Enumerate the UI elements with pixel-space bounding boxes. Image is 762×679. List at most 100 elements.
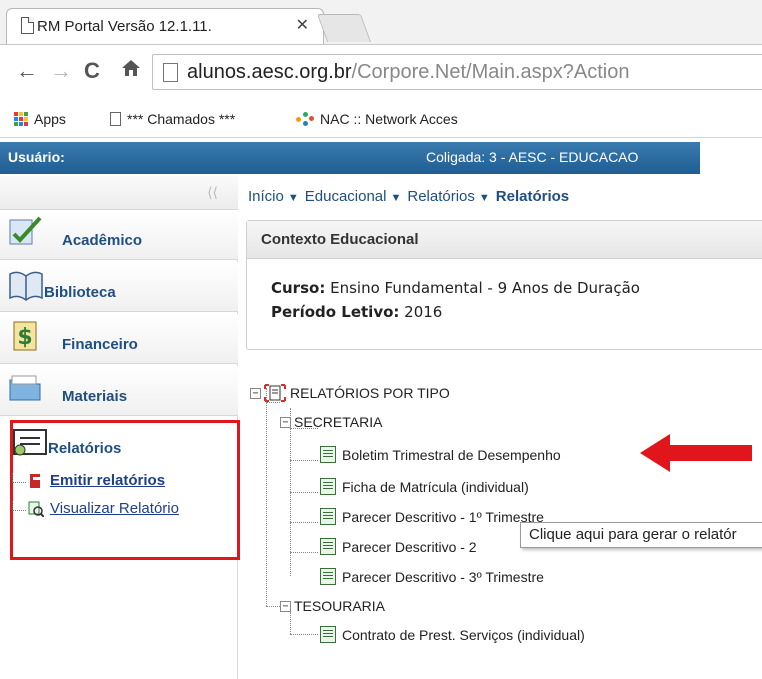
breadcrumb-relatorios[interactable]: Relatórios [407, 188, 475, 205]
coligada-label: Coligada: 3 - AESC - EDUCACAO [426, 149, 639, 165]
bookmark-label: NAC :: Network Acces [320, 111, 458, 127]
link-label: Emitir relatórios [50, 472, 166, 489]
tree-item-parecer-2[interactable]: Parecer Descritivo - 2 [320, 538, 477, 555]
tree-item-contrato[interactable]: Contrato de Prest. Serviços (individual) [320, 626, 585, 643]
address-bar[interactable]: alunos.aesc.org.br/Corpore.Net/Main.aspx… [152, 54, 762, 90]
magnify-report-icon [28, 501, 44, 517]
tree-item-label: Parecer Descritivo - 1º Trimestre [342, 508, 544, 525]
sidebar-item-label: Financeiro [62, 336, 138, 353]
tree-line [290, 552, 318, 553]
home-icon[interactable] [120, 58, 142, 84]
sidebar-item-materiais[interactable]: Materiais [0, 366, 238, 416]
tree-item-label: Parecer Descritivo - 2 [342, 538, 477, 555]
folder-icon [9, 375, 41, 401]
tree-root-label: RELATÓRIOS POR TIPO [290, 385, 450, 401]
sidebar-item-academico[interactable]: Acadêmico [0, 210, 238, 260]
collapse-node-icon[interactable]: − [250, 387, 261, 399]
page-icon [21, 17, 34, 34]
main-content: Início ▼ Educacional ▼ Relatórios ▼ Relatórios… [238, 176, 762, 679]
print-report-icon [30, 473, 42, 488]
sidebar-item-label: Acadêmico [62, 232, 143, 249]
app-header: Usuário: Coligada: 3 - AESC - EDUCACAO [0, 142, 762, 176]
periodo-line: Período Letivo: 2016 [271, 303, 443, 321]
tree-line [290, 634, 318, 635]
browser-tabstrip: RM Portal Versão 12.1.11. ✕ [0, 0, 762, 44]
tree-item-label: Parecer Descritivo - 3º Trimestre [342, 568, 544, 585]
tree-item-label: Contrato de Prest. Serviços (individual) [342, 626, 585, 643]
tree-connector [12, 500, 26, 511]
chevron-down-icon[interactable]: ▼ [390, 192, 401, 204]
apps-grid-icon [14, 112, 28, 126]
bookmark-chamados[interactable]: *** Chamados *** [110, 111, 235, 127]
tree-group-tesouraria[interactable]: − TESOURARIA [280, 598, 385, 614]
tree-item-boletim[interactable]: Boletim Trimestral de Desempenho [320, 446, 561, 463]
tree-line [290, 460, 318, 461]
close-icon[interactable]: ✕ [296, 15, 309, 35]
report-doc-icon [320, 446, 336, 463]
back-arrow-icon[interactable]: ← [16, 58, 38, 84]
report-doc-icon [320, 508, 336, 525]
report-doc-icon [320, 478, 336, 495]
tree-line [266, 402, 280, 403]
tree-line [290, 612, 291, 634]
visualizar-relatorio-link[interactable]: Visualizar Relatório [12, 500, 179, 517]
curso-line: Curso: Ensino Fundamental - 9 Anos de Du… [271, 279, 640, 297]
tree-group-label: SECRETARIA [294, 414, 383, 430]
link-label: Visualizar Relatório [50, 500, 179, 517]
sidebar-item-financeiro[interactable]: $ Financeiro [0, 314, 238, 364]
reload-icon[interactable]: C [84, 58, 100, 84]
breadcrumb-educacional[interactable]: Educacional [305, 188, 387, 205]
tree-root[interactable]: − RELATÓRIOS POR TIPO [250, 384, 450, 402]
annotation-arrow-icon [640, 434, 752, 472]
tree-connector [12, 472, 26, 483]
sidebar: ⟨⟨ Acadêmico Biblioteca $ Financeiro Mat… [0, 176, 240, 679]
tree-line [266, 388, 267, 606]
url-text: alunos.aesc.org.br/Corpore.Net/Main.aspx… [187, 61, 630, 83]
emitir-relatorios-link[interactable]: Emitir relatórios [12, 472, 165, 489]
report-doc-icon [320, 626, 336, 643]
svg-text:$: $ [17, 325, 32, 350]
tree-line [266, 606, 280, 607]
collapse-node-icon[interactable]: − [280, 600, 291, 612]
breadcrumb: Início ▼ Educacional ▼ Relatórios ▼ Relatórios [248, 188, 569, 205]
bookmark-nac[interactable]: NAC :: Network Acces [296, 111, 458, 127]
report-icon [13, 429, 47, 456]
chevron-down-icon[interactable]: ▼ [479, 192, 490, 204]
tree-line [290, 522, 318, 523]
tree-item-parecer-1[interactable]: Parecer Descritivo - 1º Trimestre [320, 508, 544, 525]
browser-tab[interactable]: RM Portal Versão 12.1.11. ✕ [6, 8, 324, 44]
money-icon: $ [13, 321, 37, 351]
breadcrumb-inicio[interactable]: Início [248, 188, 284, 205]
chevron-down-icon[interactable]: ▼ [288, 192, 299, 204]
tree-item-label: Ficha de Matrícula (individual) [342, 478, 529, 495]
tooltip: Clique aqui para gerar o relatór [520, 522, 762, 548]
sidebar-item-label: Relatórios [48, 440, 122, 457]
sidebar-item-label: Biblioteca [44, 284, 116, 301]
tree-item-ficha[interactable]: Ficha de Matrícula (individual) [320, 478, 529, 495]
collapse-icon[interactable]: ⟨⟨ [207, 184, 218, 201]
tree-group-label: TESOURARIA [294, 598, 386, 614]
sidebar-item-biblioteca[interactable]: Biblioteca [0, 262, 238, 312]
tree-item-parecer-3[interactable]: Parecer Descritivo - 3º Trimestre [320, 568, 544, 585]
bookmark-apps[interactable]: Apps [14, 111, 66, 127]
bookmark-label: Apps [34, 111, 66, 127]
tree-item-label: Boletim Trimestral de Desempenho [342, 446, 561, 463]
tree-group-secretaria[interactable]: − SECRETARIA [280, 414, 382, 430]
browser-toolbar: ← → C alunos.aesc.org.br/Corpore.Net/Mai… [0, 44, 762, 102]
page-icon [163, 63, 178, 82]
context-title: Contexto Educacional [247, 221, 762, 259]
sidebar-item-relatorios[interactable]: Relatórios [12, 424, 236, 474]
book-icon [9, 271, 43, 301]
forward-arrow-icon[interactable]: → [50, 58, 72, 84]
app-title-bar: Usuário: Coligada: 3 - AESC - EDUCACAO [0, 142, 700, 174]
collapse-node-icon[interactable]: − [280, 416, 291, 428]
bookmark-label: *** Chamados *** [127, 111, 236, 127]
academic-check-icon [9, 216, 42, 245]
report-group-icon [264, 384, 286, 402]
user-label: Usuário: [8, 149, 65, 165]
report-doc-icon [320, 568, 336, 585]
tree-line [290, 492, 318, 493]
new-tab-button[interactable] [316, 14, 372, 42]
tab-title: RM Portal Versão 12.1.11. [37, 18, 212, 35]
report-doc-icon [320, 538, 336, 555]
